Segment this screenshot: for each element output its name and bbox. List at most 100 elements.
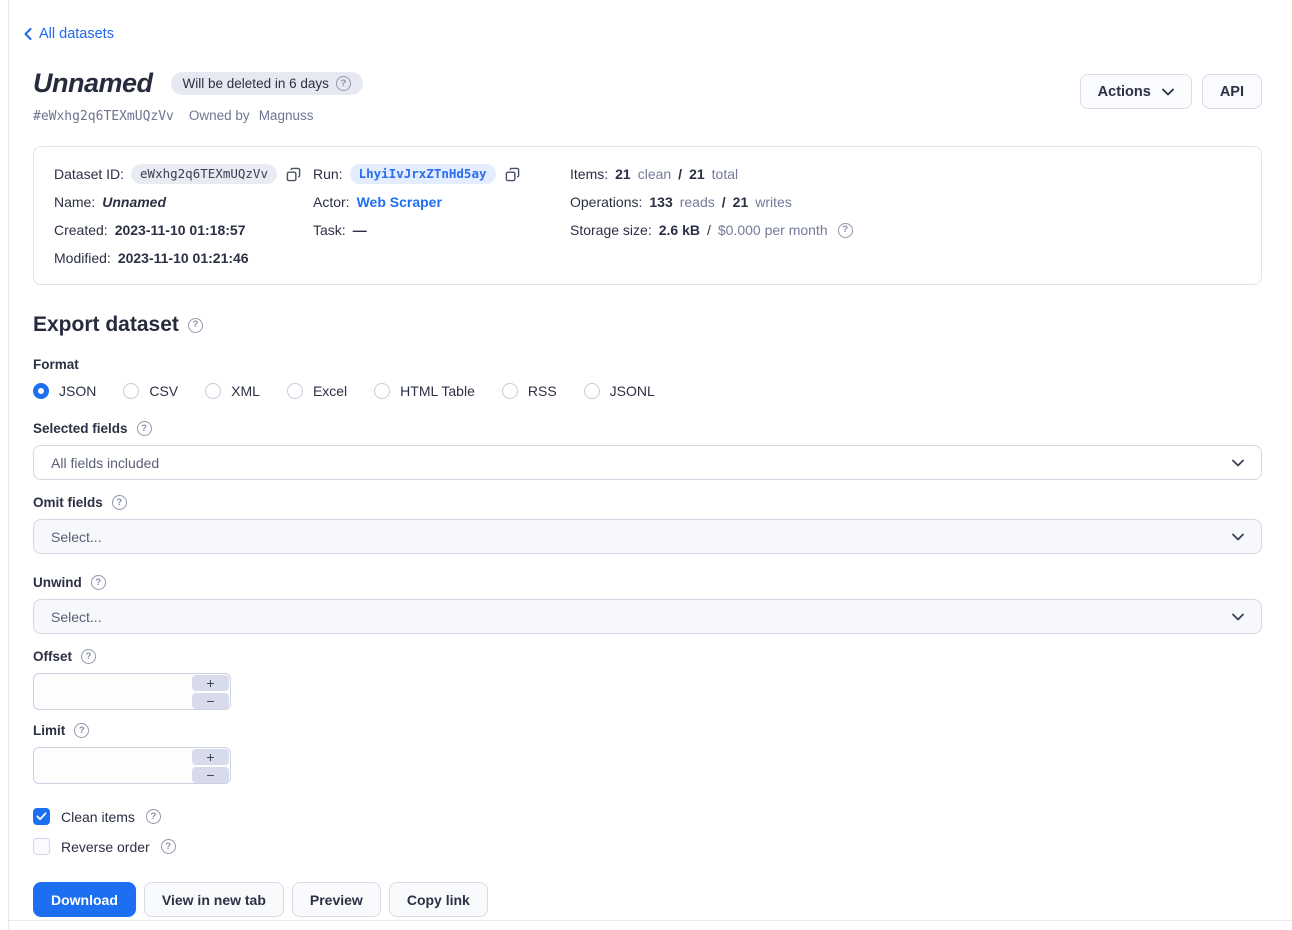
actions-button-label: Actions: [1098, 84, 1151, 100]
info-column-right: Items: 21 clean / 21 total Operations: 1…: [570, 160, 1241, 272]
radio-excel[interactable]: Excel: [287, 383, 347, 399]
bottom-divider: [9, 920, 1292, 921]
items-total-count: 21: [689, 166, 705, 182]
created-label: Created:: [54, 222, 108, 238]
radio-unselected-icon: [584, 383, 600, 399]
unwind-placeholder: Select...: [51, 609, 102, 625]
copy-dataset-id-button[interactable]: [286, 167, 301, 182]
clean-items-row: Clean items: [33, 808, 1262, 825]
api-button[interactable]: API: [1202, 74, 1262, 109]
radio-json-label: JSON: [59, 383, 96, 399]
items-label: Items:: [570, 166, 608, 182]
name-label: Name:: [54, 194, 95, 210]
operations-separator: /: [722, 194, 726, 210]
run-id-chip[interactable]: LhyiIvJrxZTnHd5ay: [350, 164, 496, 184]
items-row: Items: 21 clean / 21 total: [570, 160, 1241, 188]
operations-writes-word: writes: [755, 194, 792, 210]
limit-input[interactable]: [33, 747, 231, 784]
chevron-down-icon: [1232, 533, 1244, 541]
actor-link[interactable]: Web Scraper: [357, 194, 442, 210]
radio-csv[interactable]: CSV: [123, 383, 178, 399]
help-icon[interactable]: [336, 76, 351, 91]
radio-excel-label: Excel: [313, 383, 347, 399]
name-value: Unnamed: [102, 194, 166, 210]
deletion-badge-label: Will be deleted in 6 days: [183, 76, 329, 91]
help-icon[interactable]: [137, 421, 152, 436]
operations-reads-word: reads: [680, 194, 715, 210]
items-clean-count: 21: [615, 166, 631, 182]
copy-icon: [286, 167, 301, 182]
dataset-id-chip: eWxhg2q6TEXmUQzVv: [131, 164, 277, 184]
help-icon[interactable]: [146, 809, 161, 824]
selected-fields-select[interactable]: All fields included: [33, 445, 1262, 480]
info-column-middle: Run: LhyiIvJrxZTnHd5ay Actor: Web Scrape…: [313, 160, 570, 272]
preview-button[interactable]: Preview: [292, 882, 381, 917]
items-total-word: total: [712, 166, 738, 182]
radio-xml[interactable]: XML: [205, 383, 260, 399]
radio-unselected-icon: [374, 383, 390, 399]
help-icon[interactable]: [81, 649, 96, 664]
storage-row: Storage size: 2.6 kB / $0.000 per month: [570, 216, 1241, 244]
operations-row: Operations: 133 reads / 21 writes: [570, 188, 1241, 216]
radio-html-table-label: HTML Table: [400, 383, 475, 399]
operations-reads-count: 133: [649, 194, 672, 210]
offset-decrement-button[interactable]: [192, 693, 229, 709]
radio-json[interactable]: JSON: [33, 383, 96, 399]
unwind-select[interactable]: Select...: [33, 599, 1262, 634]
storage-cost: $0.000 per month: [718, 222, 828, 238]
task-row: Task: —: [313, 216, 570, 244]
copy-icon: [505, 167, 520, 182]
omit-fields-placeholder: Select...: [51, 529, 102, 545]
limit-increment-button[interactable]: [192, 749, 229, 765]
modified-label: Modified:: [54, 250, 111, 266]
offset-increment-button[interactable]: [192, 675, 229, 691]
help-icon[interactable]: [112, 495, 127, 510]
operations-label: Operations:: [570, 194, 642, 210]
owner-name: Magnuss: [259, 108, 314, 123]
copy-link-button[interactable]: Copy link: [389, 882, 488, 917]
limit-decrement-button[interactable]: [192, 767, 229, 783]
dataset-id-row: Dataset ID: eWxhg2q6TEXmUQzVv: [54, 160, 313, 188]
omit-fields-select[interactable]: Select...: [33, 519, 1262, 554]
download-button[interactable]: Download: [33, 882, 136, 917]
task-label: Task:: [313, 222, 346, 238]
reverse-order-checkbox[interactable]: [33, 838, 50, 855]
help-icon[interactable]: [188, 318, 203, 333]
radio-html-table[interactable]: HTML Table: [374, 383, 475, 399]
actor-label: Actor:: [313, 194, 350, 210]
back-to-all-datasets-link[interactable]: All datasets: [24, 26, 114, 42]
reverse-order-label: Reverse order: [61, 839, 150, 855]
dataset-hash: #eWxhg2q6TEXmUQzVv: [33, 109, 174, 124]
modified-value: 2023-11-10 01:21:46: [118, 250, 249, 266]
radio-selected-icon: [33, 383, 49, 399]
back-link-label: All datasets: [39, 26, 114, 42]
view-in-new-tab-button[interactable]: View in new tab: [144, 882, 284, 917]
help-icon[interactable]: [91, 575, 106, 590]
info-column-left: Dataset ID: eWxhg2q6TEXmUQzVv Name: Unna…: [54, 160, 313, 272]
unwind-label: Unwind: [33, 575, 82, 590]
created-row: Created: 2023-11-10 01:18:57: [54, 216, 313, 244]
radio-rss-label: RSS: [528, 383, 557, 399]
actor-row: Actor: Web Scraper: [313, 188, 570, 216]
created-value: 2023-11-10 01:18:57: [115, 222, 246, 238]
items-separator: /: [678, 166, 682, 182]
export-actions: Download View in new tab Preview Copy li…: [33, 882, 1262, 917]
check-icon: [36, 812, 47, 821]
radio-csv-label: CSV: [149, 383, 178, 399]
help-icon[interactable]: [838, 223, 853, 238]
run-label: Run:: [313, 166, 343, 182]
owned-by-label: Owned by: [189, 108, 250, 123]
radio-jsonl[interactable]: JSONL: [584, 383, 655, 399]
offset-label: Offset: [33, 649, 72, 664]
radio-rss[interactable]: RSS: [502, 383, 557, 399]
chevron-down-icon: [1232, 613, 1244, 621]
radio-jsonl-label: JSONL: [610, 383, 655, 399]
offset-input[interactable]: [33, 673, 231, 710]
chevron-down-icon: [1162, 88, 1174, 96]
limit-label: Limit: [33, 723, 65, 738]
help-icon[interactable]: [161, 839, 176, 854]
clean-items-checkbox[interactable]: [33, 808, 50, 825]
copy-run-id-button[interactable]: [505, 167, 520, 182]
actions-button[interactable]: Actions: [1080, 74, 1192, 109]
help-icon[interactable]: [74, 723, 89, 738]
